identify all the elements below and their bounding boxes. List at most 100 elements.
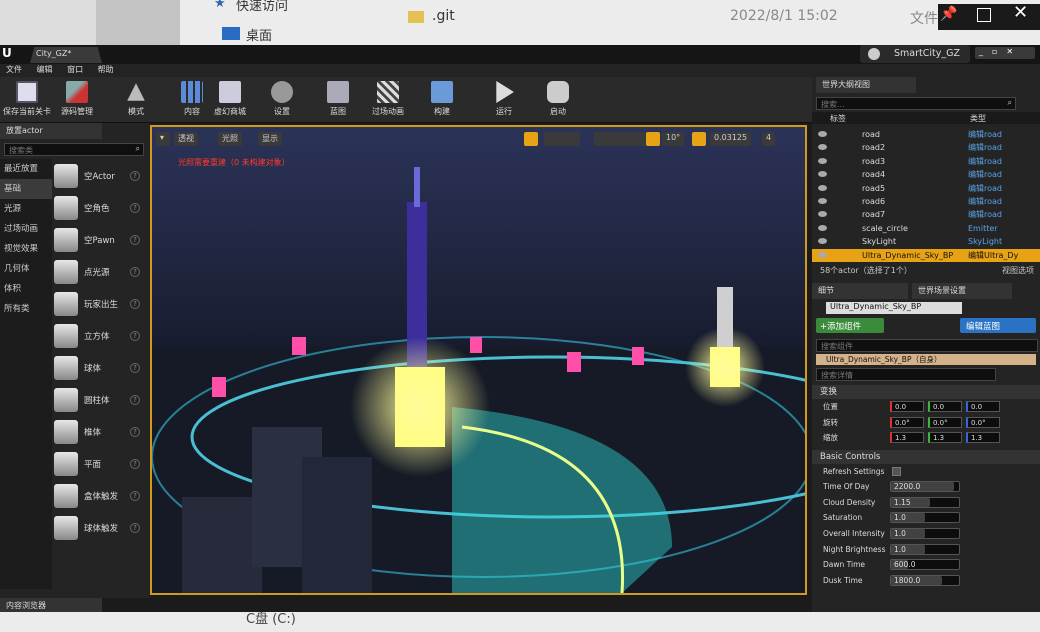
self-component-row[interactable]: Ultra_Dynamic_Sky_BP（自身） — [816, 353, 1036, 365]
actor-item[interactable]: 空角色? — [54, 192, 146, 224]
category-item[interactable]: 过场动画 — [0, 219, 52, 239]
details-search-input[interactable]: 搜索详情 — [816, 367, 996, 381]
visibility-eye-icon[interactable] — [818, 211, 827, 218]
help-icon[interactable]: ? — [130, 491, 140, 501]
property-slider-field[interactable]: 2200.0 — [890, 481, 960, 493]
save-button[interactable]: 保存当前关卡 — [2, 79, 52, 121]
category-item[interactable]: 最近放置 — [0, 159, 52, 179]
help-icon[interactable]: ? — [130, 427, 140, 437]
ue-window-controls[interactable]: _▫✕ — [975, 47, 1035, 59]
outliner-row[interactable]: scale_circle Emitter — [812, 222, 1040, 235]
lit-button[interactable]: 光照 — [218, 132, 242, 146]
outliner-row[interactable]: Ultra_Dynamic_Sky_BP 编辑Ultra_Dy — [812, 248, 1040, 262]
property-slider-field[interactable]: 1800.0 — [890, 574, 960, 586]
outliner-row[interactable]: SkyLight SkyLight — [812, 235, 1040, 248]
scale-x-field[interactable]: 1.3 — [890, 432, 924, 444]
level-viewport[interactable]: ▾ 透视 光照 显示 10° 0.03125 4 光照需要重建（0 未构建对象） — [150, 125, 807, 595]
menu-window[interactable]: 窗口 — [67, 65, 83, 74]
visibility-eye-icon[interactable] — [818, 144, 827, 151]
add-component-button[interactable]: +添加组件 — [816, 317, 884, 333]
pin-icon[interactable]: 📌 — [940, 6, 957, 22]
transform-move-icon[interactable] — [524, 132, 538, 146]
category-item[interactable]: 基础 — [0, 179, 52, 199]
marketplace-button[interactable]: 虚幻商城 — [210, 79, 250, 121]
help-icon[interactable]: ? — [130, 235, 140, 245]
actor-item[interactable]: 平面? — [54, 448, 146, 480]
location-z-field[interactable]: 0.0 — [966, 400, 1000, 412]
property-slider-field[interactable]: 1.15 — [890, 496, 960, 508]
drive-label[interactable]: C盘 (C:) — [246, 608, 296, 627]
settings-button[interactable]: 设置 — [262, 79, 302, 121]
show-button[interactable]: 显示 — [258, 132, 282, 146]
menu-file[interactable]: 文件 — [6, 65, 22, 74]
actor-item[interactable]: 空Actor? — [54, 160, 146, 192]
help-icon[interactable]: ? — [130, 363, 140, 373]
details-tab[interactable]: 细节 — [812, 282, 908, 299]
help-icon[interactable]: ? — [130, 395, 140, 405]
actor-item[interactable]: 椎体? — [54, 416, 146, 448]
actor-item[interactable]: 球体触发? — [54, 512, 146, 544]
visibility-eye-icon[interactable] — [818, 197, 827, 204]
launch-button[interactable]: 启动 — [538, 79, 578, 121]
rotation-x-field[interactable]: 0.0° — [890, 416, 924, 428]
outliner-row[interactable]: road4 编辑road — [812, 168, 1040, 181]
component-search-input[interactable]: 搜索组件 — [816, 338, 1038, 352]
scale-snap-value[interactable]: 0.03125 — [710, 132, 752, 146]
transform-section[interactable]: 变换 — [812, 384, 1040, 399]
category-item[interactable]: 光源 — [0, 199, 52, 219]
category-item[interactable]: 体积 — [0, 279, 52, 299]
desktop-label[interactable]: 桌面 — [246, 25, 272, 44]
category-item[interactable]: 几何体 — [0, 259, 52, 279]
help-icon[interactable]: ? — [130, 459, 140, 469]
viewport-options-button[interactable]: ▾ — [156, 132, 170, 146]
outliner-row[interactable]: road2 编辑road — [812, 141, 1040, 154]
help-icon[interactable]: ? — [130, 331, 140, 341]
outliner-row[interactable]: road3 编辑road — [812, 155, 1040, 168]
menu-edit[interactable]: 编辑 — [37, 65, 53, 74]
perspective-button[interactable]: 透视 — [174, 132, 198, 146]
visibility-eye-icon[interactable] — [818, 224, 827, 231]
class-search-input[interactable]: 搜索类 ⌕ — [4, 143, 144, 156]
content-button[interactable]: 内容 — [172, 79, 212, 121]
rotation-y-field[interactable]: 0.0° — [928, 416, 962, 428]
type-column-header[interactable]: 类型 — [970, 113, 986, 124]
rotation-z-field[interactable]: 0.0° — [966, 416, 1000, 428]
label-column-header[interactable]: 标签 — [830, 113, 846, 124]
transform-tools-icon[interactable] — [544, 132, 580, 146]
outliner-row[interactable]: road6 编辑road — [812, 195, 1040, 208]
world-settings-tab[interactable]: 世界场景设置 — [912, 282, 1012, 299]
scale-z-field[interactable]: 1.3 — [966, 432, 1000, 444]
edit-blueprint-button[interactable]: 编辑蓝图 — [960, 317, 1036, 333]
place-actors-tab[interactable]: 放置actor — [0, 123, 102, 139]
outliner-row[interactable]: road 编辑road — [812, 128, 1040, 141]
level-tab[interactable]: City_GZ* — [30, 47, 102, 63]
play-button[interactable]: 运行 — [484, 79, 524, 121]
outliner-row[interactable]: road7 编辑road — [812, 208, 1040, 221]
view-options-button[interactable]: 视图选项 — [1002, 262, 1034, 280]
property-slider-field[interactable]: 1.0 — [890, 528, 960, 540]
actor-item[interactable]: 玩家出生? — [54, 288, 146, 320]
actor-item[interactable]: 盒体触发? — [54, 480, 146, 512]
location-y-field[interactable]: 0.0 — [928, 400, 962, 412]
help-icon[interactable]: ? — [130, 299, 140, 309]
camera-speed-value[interactable]: 4 — [762, 132, 776, 146]
blueprint-button[interactable]: 蓝图 — [318, 79, 358, 121]
close-icon[interactable]: ✕ — [1013, 2, 1028, 23]
source-control-button[interactable]: 源码管理 — [56, 79, 98, 121]
angle-snap-icon[interactable] — [646, 132, 660, 146]
category-item[interactable]: 所有类 — [0, 299, 52, 319]
visibility-eye-icon[interactable] — [818, 251, 827, 258]
actor-name-field[interactable]: Ultra_Dynamic_Sky_BP — [826, 301, 962, 314]
help-icon[interactable]: ? — [130, 267, 140, 277]
visibility-eye-icon[interactable] — [818, 184, 827, 191]
help-icon[interactable]: ? — [130, 523, 140, 533]
help-icon[interactable]: ? — [130, 171, 140, 181]
visibility-eye-icon[interactable] — [818, 171, 827, 178]
location-x-field[interactable]: 0.0 — [890, 400, 924, 412]
actor-item[interactable]: 立方体? — [54, 320, 146, 352]
scale-y-field[interactable]: 1.3 — [928, 432, 962, 444]
content-browser-tab[interactable]: 内容浏览器 — [0, 598, 102, 612]
property-slider-field[interactable]: 1.0 — [890, 512, 960, 524]
help-icon[interactable]: ? — [130, 203, 140, 213]
git-filename[interactable]: .git — [432, 8, 455, 24]
